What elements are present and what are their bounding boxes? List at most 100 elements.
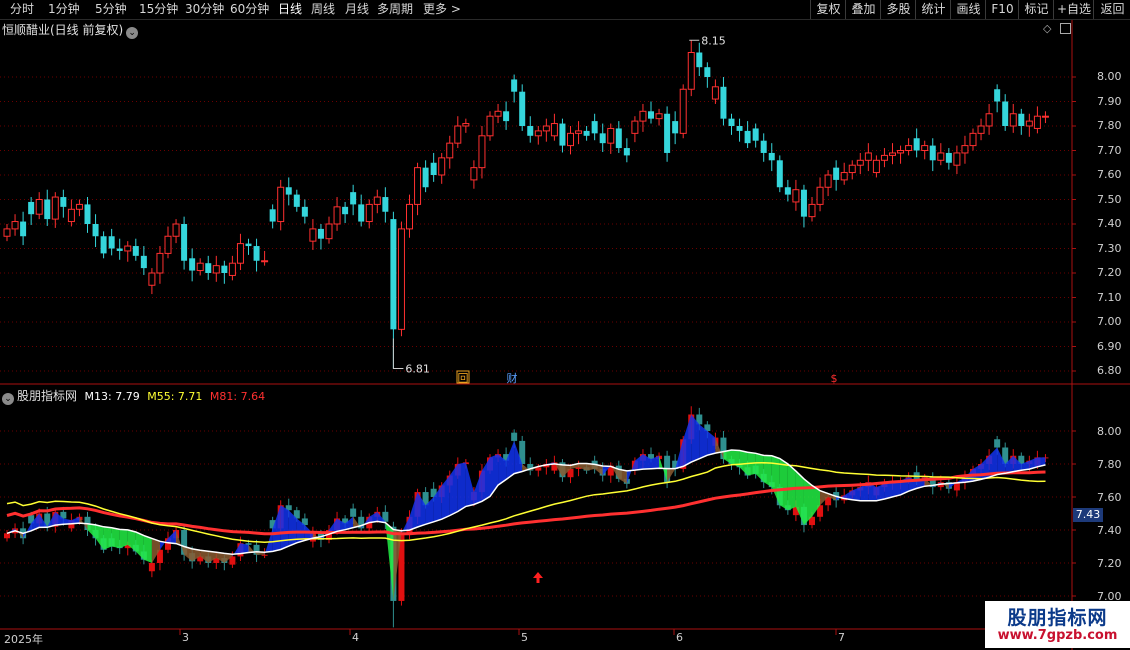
candle-body-down	[833, 167, 840, 180]
indicator-y-tick: 7.60	[1097, 491, 1122, 504]
candle-body-down	[945, 152, 952, 163]
candle-body-down	[1018, 113, 1025, 126]
ma-ribbon	[135, 532, 144, 560]
y-tick: 7.80	[1097, 119, 1122, 132]
x-axis-month: 6	[676, 631, 683, 644]
candle-body-up	[75, 203, 83, 210]
candle-body-up	[397, 228, 405, 330]
low-price-label: 6.81	[405, 363, 430, 376]
ma-ribbon	[634, 454, 643, 471]
y-tick: 7.70	[1097, 144, 1122, 157]
ma-ribbon	[103, 526, 112, 550]
candle-body-down	[768, 152, 775, 161]
candle-body-up	[1009, 113, 1017, 127]
ma-ribbon	[755, 453, 764, 483]
candle-body-down	[390, 219, 397, 330]
candle-body-down	[269, 209, 276, 222]
chevron-down-icon[interactable]: ⌄	[126, 27, 139, 39]
candle-body-up	[462, 123, 470, 127]
candle-body-up	[67, 208, 75, 223]
ma-ribbon	[779, 458, 788, 511]
candle-body-down	[342, 206, 349, 215]
y-tick: 7.20	[1097, 266, 1122, 279]
candle-body-up	[454, 125, 462, 144]
indicator-header[interactable]: ⌄ 股朋指标网 M13: 7.79 M55: 7.71 M81: 7.64	[2, 387, 265, 405]
y-tick: 7.90	[1097, 95, 1122, 108]
ma-ribbon	[449, 464, 458, 516]
candle-body-down	[205, 263, 212, 273]
ma-ribbon	[876, 483, 885, 501]
candle-body-down	[519, 91, 526, 126]
candle-body-up	[977, 125, 985, 134]
ma-ribbon	[795, 471, 804, 526]
ma-ribbon	[409, 492, 418, 531]
candle-body-down	[285, 187, 292, 195]
ma-ribbon	[465, 462, 474, 507]
candle-body-up	[864, 152, 872, 161]
candle-body-down	[776, 160, 783, 188]
x-axis-year: 2025年	[4, 633, 43, 646]
ma-ribbon	[481, 457, 490, 502]
y-tick: 8.00	[1097, 70, 1122, 83]
candle-body-down	[140, 255, 147, 269]
watermark-title: 股朋指标网	[1007, 607, 1108, 629]
y-tick: 7.60	[1097, 168, 1122, 181]
diamond-icon[interactable]: ◇	[1043, 22, 1051, 35]
candle-body-up	[985, 113, 993, 127]
ma-ribbon	[280, 505, 289, 550]
candle-body-down	[301, 206, 308, 217]
ma-ribbon	[111, 527, 120, 549]
candle-body-up	[575, 130, 583, 134]
buy-arrow-icon	[533, 572, 543, 583]
candle-body-up	[164, 235, 172, 254]
event-marker: 回	[458, 372, 469, 385]
kline-chart[interactable]: 8.15 6.81 回 财 $	[0, 0, 1130, 650]
x-axis-month: 7	[838, 631, 845, 644]
ma-ribbon	[95, 524, 104, 550]
candle-body-up	[889, 152, 896, 156]
candle-body-down	[253, 246, 260, 261]
candle-body-up	[542, 125, 550, 132]
indicator-y-tick: 8.00	[1097, 425, 1122, 438]
candle-body-up	[534, 130, 542, 137]
ma-ribbon	[143, 535, 152, 563]
candle-body-down	[44, 199, 51, 220]
candle-body-up	[438, 157, 446, 176]
ma-ribbon	[272, 505, 281, 552]
candle-body-up	[212, 265, 220, 274]
candle-body-down	[583, 130, 590, 136]
candle-body-up	[148, 272, 156, 286]
indicator-bar	[350, 508, 357, 517]
ma-ribbon	[707, 431, 716, 456]
ma-ribbon	[667, 468, 676, 483]
ma-ribbon	[168, 530, 177, 544]
candle-body-down	[760, 140, 767, 153]
candle-body-up	[51, 196, 59, 220]
ma-ribbon	[127, 529, 136, 552]
indicator-y-tick: 7.20	[1097, 557, 1122, 570]
candle-body-down	[648, 111, 654, 119]
candle-body-down	[430, 162, 437, 175]
x-axis-month: 4	[352, 631, 359, 644]
indicator-bar	[261, 554, 268, 556]
main-chart-title[interactable]: 恒顺醋业(日线 前复权) ⌄	[2, 21, 139, 39]
candle-body-up	[1033, 115, 1041, 129]
candle-body-down	[752, 128, 759, 141]
x-axis-month: 5	[521, 631, 528, 644]
event-marker: $	[831, 372, 838, 385]
candle-body-down	[736, 126, 743, 131]
candle-body-up	[406, 203, 413, 230]
candle-body-down	[784, 187, 791, 195]
ma-ribbon	[473, 470, 482, 505]
candle-body-up	[655, 113, 663, 120]
candle-body-up	[365, 203, 373, 223]
candle-body-down	[181, 224, 188, 261]
chevron-down-icon[interactable]: ⌄	[2, 393, 14, 405]
current-price-tag: 7.43	[1073, 508, 1103, 522]
candle-body-up	[236, 243, 244, 264]
candle-body-up	[711, 86, 719, 100]
event-marker: 财	[507, 371, 518, 385]
candle-body-down	[84, 204, 91, 224]
window-toggle-icon[interactable]	[1060, 23, 1071, 34]
candle-body-up	[840, 172, 848, 181]
